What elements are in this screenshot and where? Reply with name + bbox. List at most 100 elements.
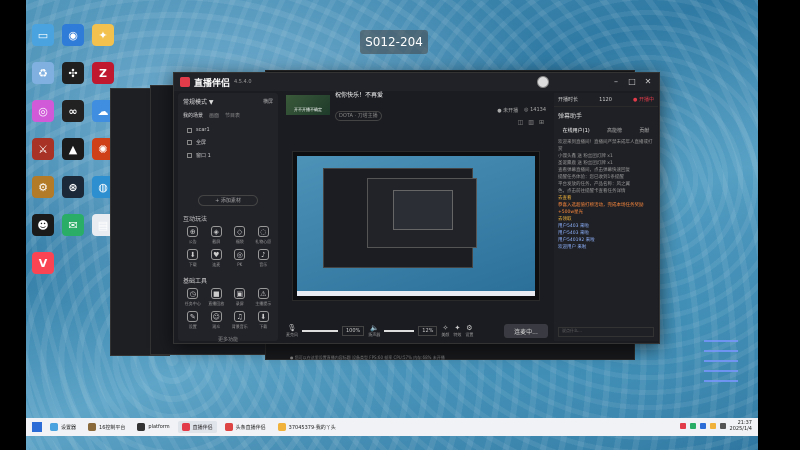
stream-title[interactable]: 祝你快乐！不再爱	[335, 90, 383, 99]
mode-select[interactable]: 常规模式 ▼	[183, 97, 214, 106]
tool-button[interactable]: ◌ 礼物心愿	[252, 226, 276, 245]
scene-tab-2[interactable]: 节目表	[225, 112, 240, 119]
add-source-button[interactable]: + 添加素材	[198, 195, 258, 206]
tool-button[interactable]: ■ 直播回放	[205, 288, 229, 307]
start-icon[interactable]	[32, 422, 42, 432]
stream-preview[interactable]	[292, 151, 540, 301]
speaker-control[interactable]: 🔈 扬声器	[368, 324, 380, 338]
color-wheel-icon[interactable]: ◎	[32, 100, 54, 122]
mic-volume-slider[interactable]	[302, 330, 338, 332]
stream-stat: ◎ 14134	[524, 107, 546, 113]
scene-item[interactable]: 全屏	[183, 136, 273, 149]
taskbar-item[interactable]: 头条直播伴侣	[221, 421, 270, 433]
tool-button[interactable]: ◎ PK	[228, 249, 252, 268]
wechat-icon[interactable]: ✉	[62, 214, 84, 236]
go-live-button[interactable]: 连麦中...	[504, 324, 548, 338]
stream-cover[interactable]: 开不开播不确定	[286, 95, 330, 115]
live-streaming-companion-window[interactable]: 直播伴侣 4.5.4.0 – □ ✕ 常规模式 ▼ 横屏 我的场景 画面 节目表 s…	[173, 72, 660, 360]
mic-volume-value[interactable]: 100%	[342, 326, 365, 336]
basic-tools: ◷ 任务中心 ■ 直播回放 ▣ 录屏 ⚠ 主播提示 ✎ 设置 ☺ 观众 ♫ 背景音乐 ⬇ 下载	[178, 288, 278, 330]
user-avatar[interactable]	[537, 76, 549, 88]
tool-label: 下载	[188, 262, 197, 267]
game-icon-1[interactable]: ⚔	[32, 138, 54, 160]
settings-button[interactable]: ⚙ 设置	[465, 324, 473, 338]
checkbox-icon[interactable]	[187, 140, 192, 145]
geforce-icon[interactable]: ∞	[62, 100, 84, 122]
razer-icon[interactable]: ✣	[62, 62, 84, 84]
tool-label: 截屏	[212, 239, 221, 244]
title-bar[interactable]: 直播伴侣 4.5.4.0 – □ ✕	[174, 73, 659, 91]
effects-button[interactable]: ✦ 特效	[453, 324, 461, 338]
mic-control[interactable]: 🎙 麦克风	[286, 324, 298, 338]
scene-tab-1[interactable]: 画面	[209, 112, 219, 119]
taskbar-item[interactable]: 直播伴侣	[177, 421, 217, 433]
live-duration-label: 开播时长	[558, 97, 579, 103]
tool-icon[interactable]: ✦	[92, 24, 114, 46]
tool-button[interactable]: ♥ 连麦	[205, 249, 229, 268]
taskbar-item[interactable]: 设置器	[46, 421, 80, 433]
tool-label: PK	[237, 262, 243, 267]
tray-icon[interactable]	[709, 423, 716, 429]
layout-icon[interactable]: ⊞	[539, 119, 544, 126]
tool-button[interactable]: ⊕ 公告	[181, 226, 205, 245]
game-icon-3[interactable]: ⚙	[32, 176, 54, 198]
checkbox-icon[interactable]	[187, 153, 192, 158]
tool-button[interactable]: ⚠ 主播提示	[252, 288, 276, 307]
triangle-icon[interactable]: ▲	[62, 138, 84, 160]
taskbar: 设置器 16控制平台 platform 直播伴侣 头条直播伴侣 37045379·我的丫头…	[26, 418, 758, 436]
chat-input[interactable]: 说点什么…	[558, 327, 654, 337]
tray-icon[interactable]	[699, 423, 706, 429]
decor-bar	[704, 370, 738, 372]
recycle-bin-icon[interactable]: ♻	[32, 62, 54, 84]
beauty-button[interactable]: ✧ 美颜	[441, 324, 449, 338]
valorant-icon[interactable]: V	[32, 252, 54, 274]
speaker-volume-slider[interactable]	[384, 330, 415, 332]
tool-button[interactable]: ⬇ 下载	[252, 311, 276, 330]
layout-icon[interactable]: ◫	[518, 119, 524, 126]
tool-button[interactable]: ✎ 设置	[181, 311, 205, 330]
tool-button[interactable]: ⬇ 下载	[181, 249, 205, 268]
tool-button[interactable]: ♫ 背景音乐	[228, 311, 252, 330]
minimize-icon[interactable]: –	[611, 76, 621, 86]
tool-button[interactable]: ▣ 录屏	[228, 288, 252, 307]
tool-icon: ■	[210, 288, 222, 299]
taskbar-item[interactable]: 37045379·我的丫头	[274, 421, 340, 433]
clock[interactable]: 21:37 2025/1/4	[730, 420, 752, 432]
tray-icon[interactable]	[679, 423, 686, 429]
layout-icon[interactable]: ▥	[528, 119, 534, 126]
stream-stats: ● 未开播 ◎ 14134	[497, 107, 546, 114]
scene-item[interactable]: scar1	[183, 124, 273, 136]
scene-tab-0[interactable]: 我的场景	[183, 112, 203, 119]
this-pc-icon[interactable]: ▭	[32, 24, 54, 46]
taskbar-item[interactable]: 16控制平台	[84, 421, 129, 433]
settings-label: 设置	[465, 332, 474, 337]
tray-icon[interactable]	[689, 423, 696, 429]
category-tag[interactable]: DOTA · 刀塔主播	[335, 110, 382, 121]
orientation-landscape[interactable]: 横屏	[263, 98, 273, 105]
scene-item-label: 窗口 1	[196, 153, 211, 159]
tool-button[interactable]: ◷ 任务中心	[181, 288, 205, 307]
tool-button[interactable]: ☺ 观众	[205, 311, 229, 330]
maximize-icon[interactable]: □	[627, 76, 637, 86]
right-tab-0[interactable]: 在线用户(1)	[563, 127, 590, 134]
qq-icon[interactable]: ☻	[32, 214, 54, 236]
speaker-volume-value[interactable]: 12%	[418, 326, 438, 336]
right-tab-2[interactable]: 贡献	[639, 127, 649, 134]
scene-item[interactable]: 窗口 1	[183, 149, 273, 162]
watermark-badge: S012-204	[360, 30, 428, 54]
tool-button[interactable]: ◇ 福袋	[228, 226, 252, 245]
tray-icon[interactable]	[719, 423, 726, 429]
tool-icon: ⬇	[187, 249, 199, 260]
app-z-icon[interactable]: Z	[92, 62, 114, 84]
tool-label: 设置	[188, 324, 197, 329]
close-icon[interactable]: ✕	[643, 76, 653, 86]
more-features-link[interactable]: 更多功能	[178, 336, 278, 343]
tool-button[interactable]: ♪ 音乐	[252, 249, 276, 268]
steam-icon[interactable]: ⊛	[62, 176, 84, 198]
right-tab-1[interactable]: 高能榜	[607, 127, 622, 134]
chat-messages: 欢迎来到直播间！直播间严禁未成年人直播或打赏 小馒头鑫 送 粉丝团灯牌 x1 圣诞麋…	[554, 137, 658, 253]
taskbar-item[interactable]: platform	[133, 421, 173, 433]
browser-icon[interactable]: ◉	[62, 24, 84, 46]
tool-button[interactable]: ◈ 截屏	[205, 226, 229, 245]
checkbox-icon[interactable]	[187, 127, 192, 133]
